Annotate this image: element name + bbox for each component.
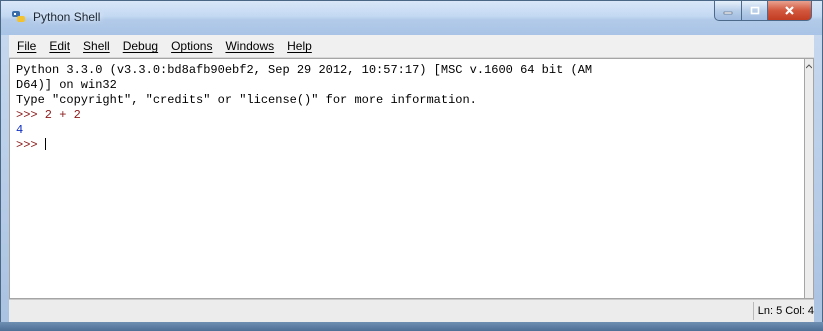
menu-edit[interactable]: Edit [43,39,77,53]
close-button[interactable] [768,1,812,21]
menu-debug[interactable]: Debug [117,39,165,53]
menu-bar: File Edit Shell Debug Options Windows He… [9,35,814,58]
output-line: 4 [16,123,24,137]
input-line: >>> 2 + 2 [16,108,81,122]
prompt-text: >>> [16,138,45,152]
shell-text-area[interactable]: Python 3.3.0 (v3.3.0:bd8afb90ebf2, Sep 2… [9,58,804,299]
vertical-scrollbar[interactable] [804,58,814,299]
cursor-position-status: Ln: 5 Col: 4 [752,302,814,320]
menu-file[interactable]: File [9,39,43,53]
maximize-button[interactable] [742,1,768,21]
window-controls [714,1,812,23]
banner-line-2: D64)] on win32 [16,78,117,92]
idle-shell-window: Python Shell File Edit Shell Debug Optio… [0,0,823,331]
menu-shell[interactable]: Shell [77,39,117,53]
menu-help[interactable]: Help [281,39,319,53]
close-icon [785,6,794,15]
minimize-icon [723,11,733,14]
window-title: Python Shell [33,10,101,24]
maximize-icon [750,6,759,14]
chevron-up-icon [806,63,812,68]
menu-options[interactable]: Options [165,39,219,53]
banner-line-3: Type "copyright", "credits" or "license(… [16,93,477,107]
menu-windows[interactable]: Windows [219,39,281,53]
current-prompt-line[interactable]: >>> [16,138,804,153]
banner-line-1: Python 3.3.0 (v3.3.0:bd8afb90ebf2, Sep 2… [16,63,593,77]
scroll-up-button[interactable] [806,60,812,72]
python-idle-icon [12,11,25,22]
text-cursor [44,138,46,150]
taskbar-edge [0,322,823,331]
status-bar: Ln: 5 Col: 4 [9,299,814,322]
title-bar[interactable]: Python Shell [1,1,822,35]
minimize-button[interactable] [714,1,742,21]
